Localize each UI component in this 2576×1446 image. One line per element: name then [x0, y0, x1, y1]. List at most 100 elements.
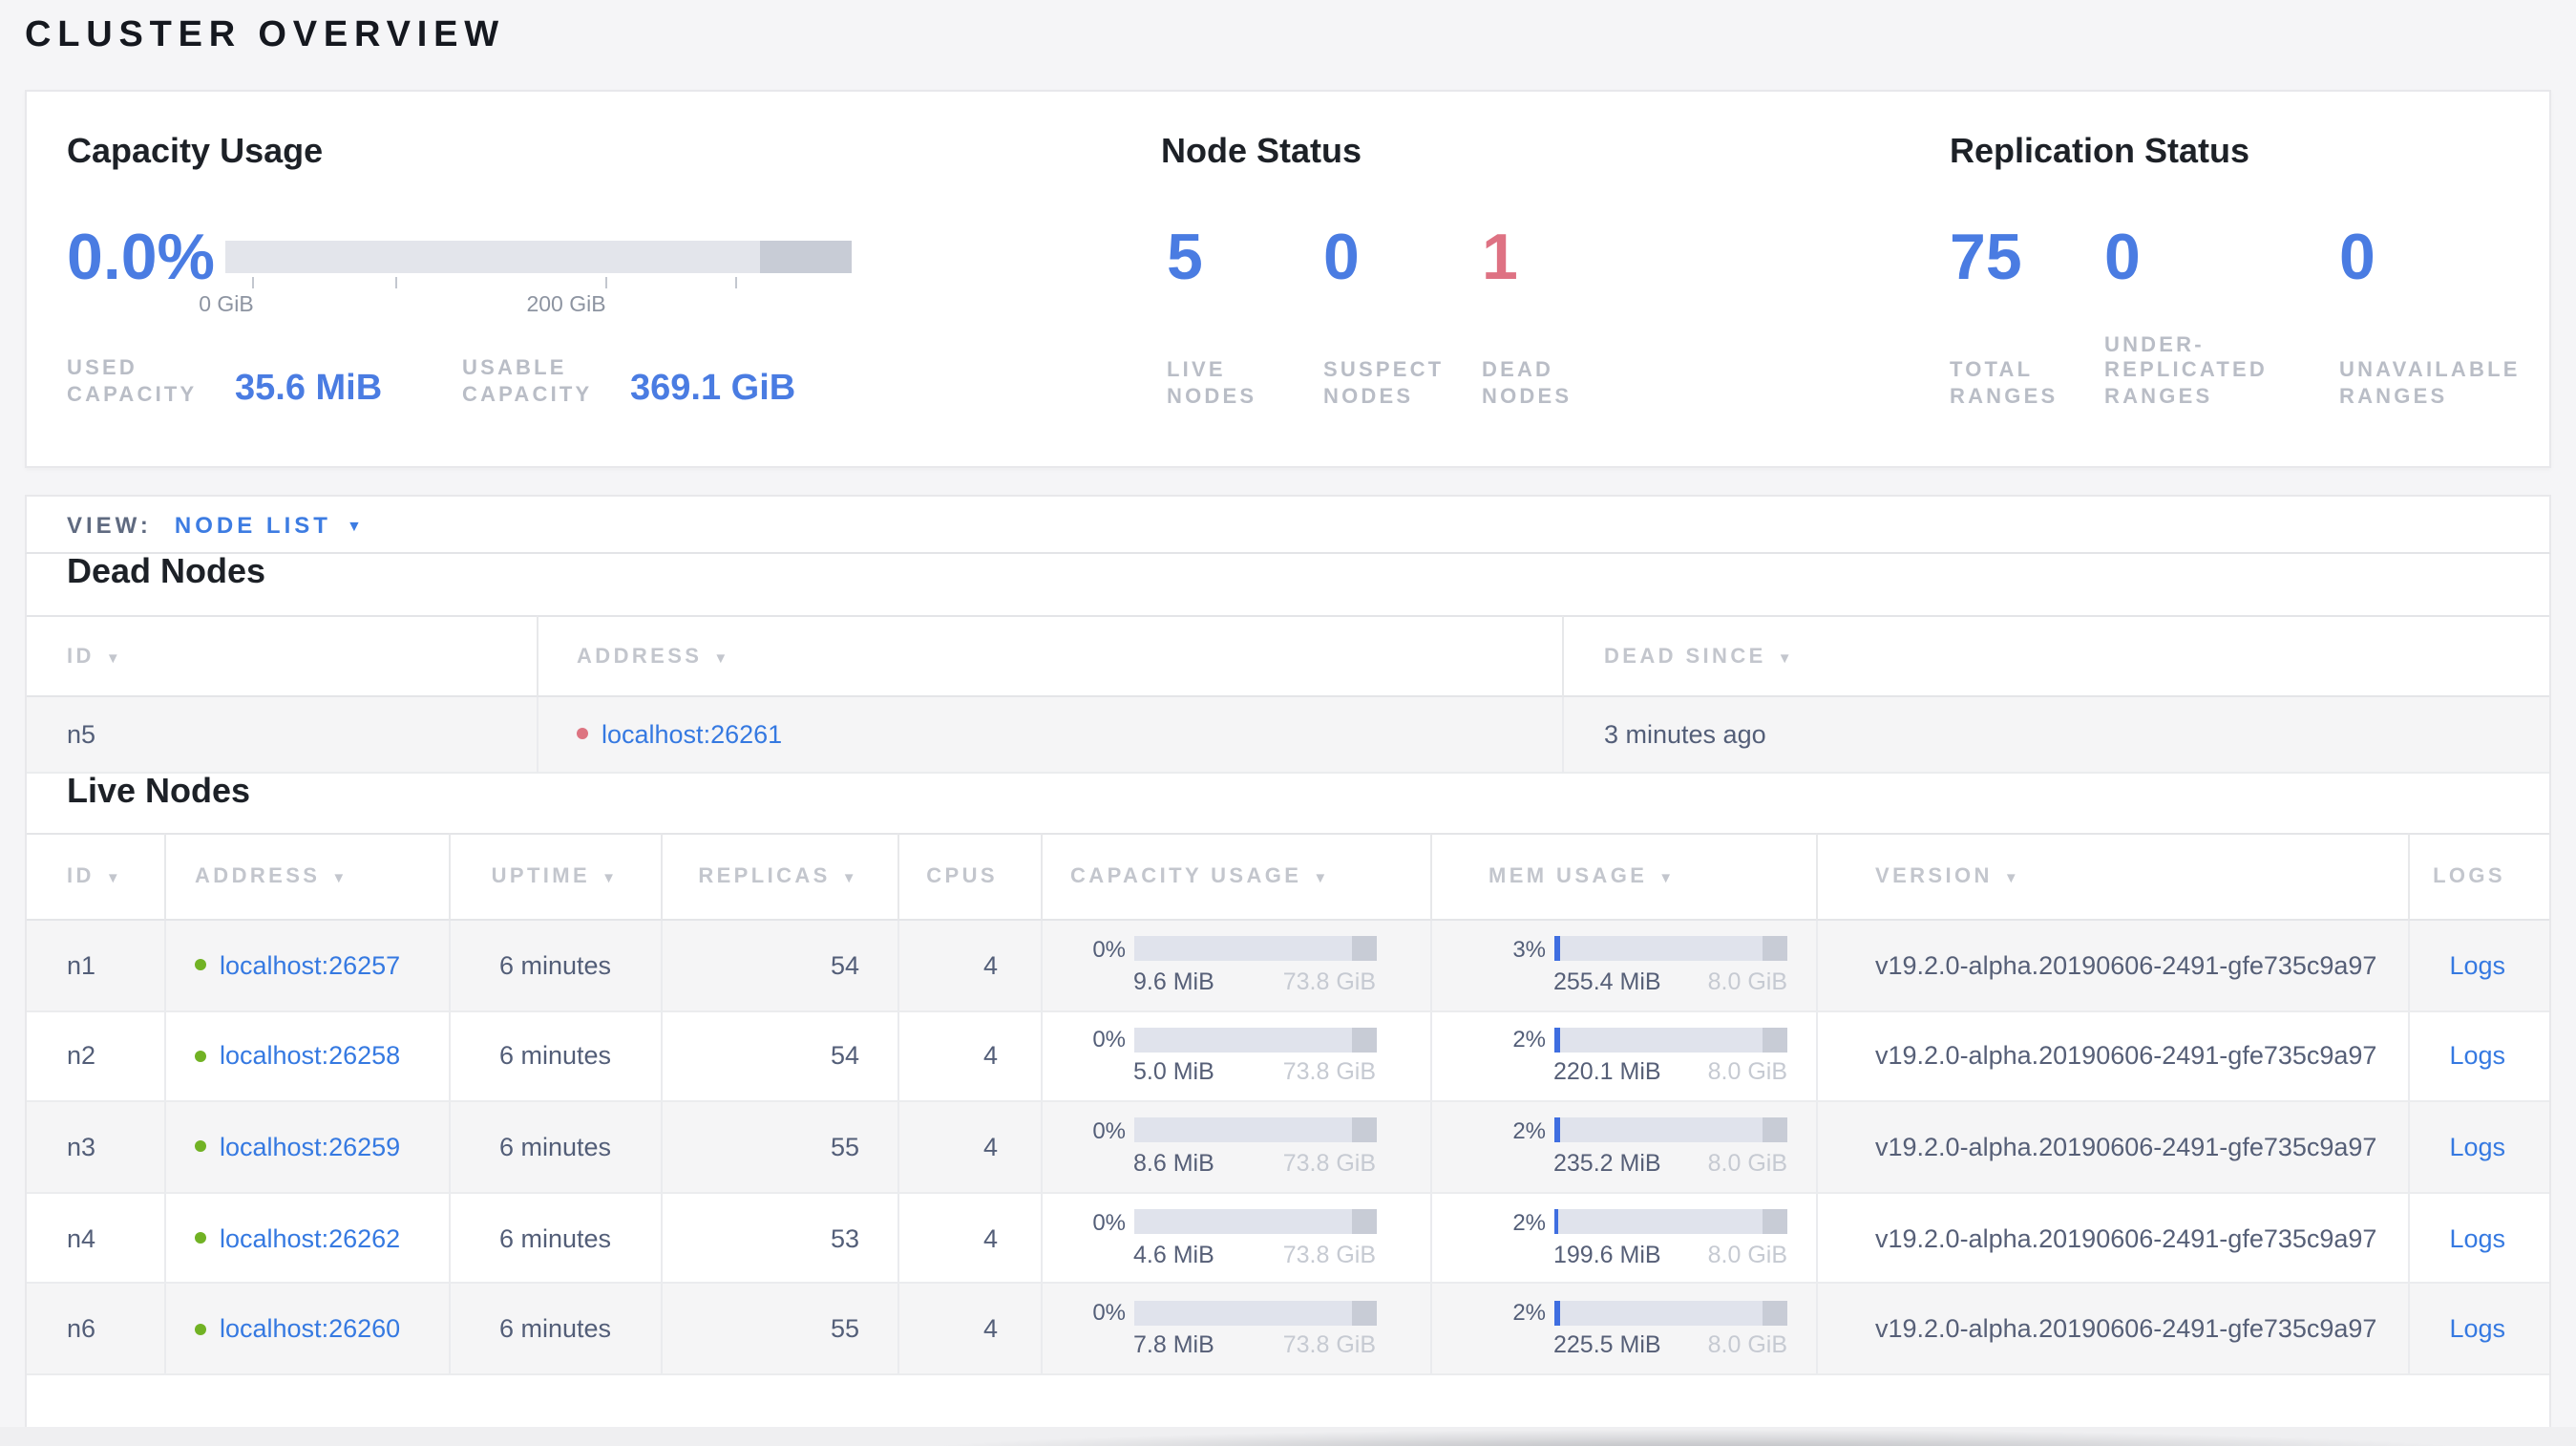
logs-link[interactable]: Logs	[2449, 1042, 2505, 1071]
node-replicas: 54	[660, 921, 897, 1012]
live-col-header-logs: LOGS	[2408, 832, 2549, 921]
capacity-axis: 0 GiB 200 GiB	[199, 277, 852, 317]
dead-status-dot-icon	[577, 728, 588, 740]
live-nodes-stat: 5 LIVE NODES	[1167, 225, 1316, 413]
live-status-dot-icon	[195, 1323, 206, 1335]
node-version: v19.2.0-alpha.20190606-2491-gfe735c9a97	[1816, 1284, 2408, 1375]
sort-arrow-icon: ▼	[841, 868, 859, 886]
live-nodes-value: 5	[1167, 222, 1203, 294]
node-capacity-usage-cell: 0% 8.6 MiB 73.8 GiB	[1040, 1102, 1429, 1194]
live-col-header-capacity-usage[interactable]: CAPACITY USAGE ▼	[1040, 832, 1429, 921]
live-nodes-heading: Live Nodes	[67, 771, 251, 809]
dead-nodes-label: DEAD NODES	[1482, 359, 1573, 408]
memory-bar	[1553, 1117, 1787, 1143]
memory-bar	[1553, 1027, 1787, 1053]
live-status-dot-icon	[195, 1232, 206, 1244]
replication-status-title: Replication Status	[1950, 132, 2250, 170]
live-col-header-cpus: CPUS	[897, 832, 1040, 921]
node-address-link[interactable]: localhost:26262	[220, 1223, 400, 1252]
live-status-dot-icon	[195, 959, 206, 971]
logs-link[interactable]: Logs	[2449, 951, 2505, 980]
capacity-bar	[1133, 936, 1376, 962]
node-logs-cell: Logs	[2408, 921, 2549, 1012]
dead-col-header-id[interactable]: ID ▼	[27, 615, 537, 697]
cluster-summary-card: Capacity Usage 0.0% 0 GiB 200 GiB USED C…	[25, 90, 2551, 468]
sort-arrow-icon: ▼	[105, 868, 124, 886]
dead-nodes-stat: 1 DEAD NODES	[1482, 225, 1631, 413]
unavailable-ranges-stat: 0 UNAVAILABLE RANGES	[2339, 225, 2568, 413]
node-replicas: 55	[660, 1284, 897, 1375]
sort-arrow-icon: ▼	[602, 868, 620, 886]
usable-capacity-label: USABLE CAPACITY	[462, 357, 593, 406]
node-uptime: 6 minutes	[449, 1011, 660, 1103]
node-cpus: 4	[897, 1011, 1040, 1103]
node-address-link[interactable]: localhost:26260	[220, 1314, 400, 1343]
usable-capacity-value: 369.1 GiB	[630, 369, 796, 409]
node-capacity-usage-cell: 0% 7.8 MiB 73.8 GiB	[1040, 1284, 1429, 1375]
logs-link[interactable]: Logs	[2449, 1314, 2505, 1343]
node-address-cell: localhost:26258	[164, 1011, 449, 1103]
sort-arrow-icon: ▼	[2003, 868, 2022, 886]
under-replicated-ranges-label: UNDER-REPLICATED RANGES	[2104, 333, 2268, 408]
axis-tick	[735, 277, 737, 294]
node-capacity-usage-cell: 0% 4.6 MiB 73.8 GiB	[1040, 1193, 1429, 1285]
dead-nodes-heading: Dead Nodes	[67, 554, 266, 590]
total-ranges-stat: 75 TOTAL RANGES	[1950, 225, 2095, 413]
node-address-cell: localhost:26260	[164, 1284, 449, 1375]
live-col-header-address[interactable]: ADDRESS ▼	[164, 832, 449, 921]
node-address-cell: localhost:26262	[164, 1193, 449, 1285]
dead-node-id: n5	[27, 697, 537, 773]
node-logs-cell: Logs	[2408, 1284, 2549, 1375]
page-title: CLUSTER OVERVIEW	[25, 15, 505, 55]
live-status-dot-icon	[195, 1050, 206, 1062]
dead-node-address-link[interactable]: localhost:26261	[602, 720, 782, 749]
node-mem-usage-cell: 2% 220.1 MiB 8.0 GiB	[1429, 1011, 1816, 1103]
node-status-title: Node Status	[1161, 132, 1362, 170]
node-id: n3	[27, 1102, 164, 1194]
total-ranges-value: 75	[1950, 222, 2022, 294]
node-version: v19.2.0-alpha.20190606-2491-gfe735c9a97	[1816, 1011, 2408, 1103]
node-address-cell: localhost:26257	[164, 921, 449, 1012]
dead-col-header-dead-since[interactable]: DEAD SINCE ▼	[1562, 615, 2549, 697]
total-ranges-label: TOTAL RANGES	[1950, 359, 2059, 408]
live-col-header-replicas[interactable]: REPLICAS ▼	[660, 832, 897, 921]
node-cpus: 4	[897, 921, 1040, 1012]
node-id: n2	[27, 1011, 164, 1103]
capacity-usage-title: Capacity Usage	[67, 132, 324, 170]
node-cpus: 4	[897, 1102, 1040, 1194]
node-address-link[interactable]: localhost:26257	[220, 951, 400, 980]
logs-link[interactable]: Logs	[2449, 1223, 2505, 1252]
axis-tick: 200 GiB	[526, 277, 645, 317]
node-uptime: 6 minutes	[449, 921, 660, 1012]
live-col-header-mem-usage[interactable]: MEM USAGE ▼	[1429, 832, 1816, 921]
node-mem-usage-cell: 2% 235.2 MiB 8.0 GiB	[1429, 1102, 1816, 1194]
node-replicas: 53	[660, 1193, 897, 1285]
node-mem-usage-cell: 3% 255.4 MiB 8.0 GiB	[1429, 921, 1816, 1012]
node-address-link[interactable]: localhost:26259	[220, 1133, 400, 1161]
capacity-bar	[1133, 1117, 1376, 1143]
capacity-percent-value: 0.0%	[67, 222, 215, 294]
unavailable-ranges-label: UNAVAILABLE RANGES	[2339, 359, 2521, 408]
view-dropdown[interactable]: NODE LIST ▼	[175, 511, 362, 538]
axis-tick: 0 GiB	[199, 277, 282, 317]
node-mem-usage-cell: 2% 199.6 MiB 8.0 GiB	[1429, 1193, 1816, 1285]
view-dropdown-value[interactable]: NODE LIST	[175, 511, 331, 538]
live-col-header-version[interactable]: VERSION ▼	[1816, 832, 2408, 921]
node-address-link[interactable]: localhost:26258	[220, 1042, 400, 1071]
usable-capacity-stat: USABLE CAPACITY 369.1 GiB	[462, 357, 795, 409]
window-shadow	[573, 1427, 2576, 1446]
memory-bar	[1553, 1209, 1787, 1235]
live-col-header-uptime[interactable]: UPTIME ▼	[449, 832, 660, 921]
sort-arrow-icon: ▼	[713, 649, 731, 666]
dead-nodes-table: ID ▼ ADDRESS ▼ DEAD SINCE ▼ n5 localhost:26…	[27, 615, 2549, 773]
logs-link[interactable]: Logs	[2449, 1133, 2505, 1161]
node-capacity-usage-cell: 0% 9.6 MiB 73.8 GiB	[1040, 921, 1429, 1012]
capacity-bar-other-segment	[760, 241, 852, 273]
live-col-header-id[interactable]: ID ▼	[27, 832, 164, 921]
node-id: n6	[27, 1284, 164, 1375]
node-version: v19.2.0-alpha.20190606-2491-gfe735c9a97	[1816, 921, 2408, 1012]
node-cpus: 4	[897, 1193, 1040, 1285]
dead-col-header-address[interactable]: ADDRESS ▼	[537, 615, 1562, 697]
capacity-bar	[1133, 1027, 1376, 1053]
capacity-usage-bar	[225, 241, 852, 273]
